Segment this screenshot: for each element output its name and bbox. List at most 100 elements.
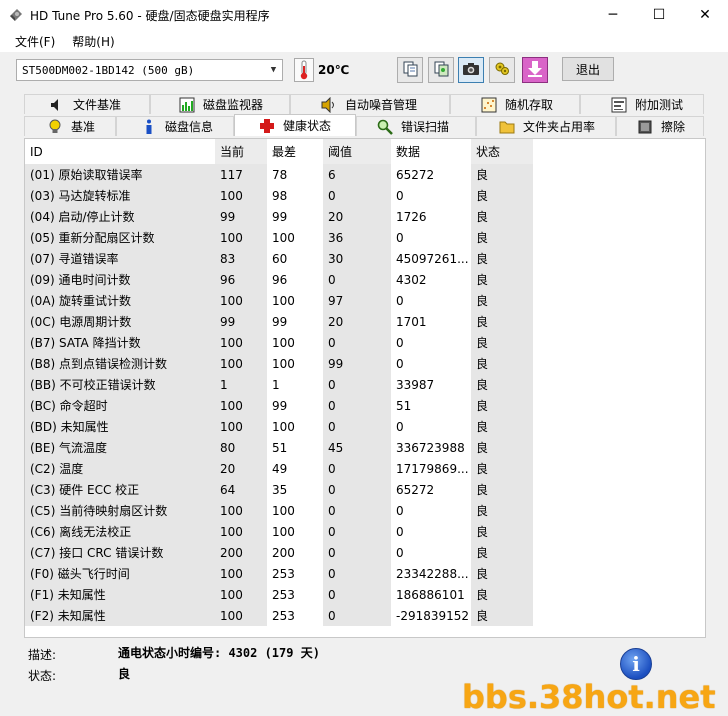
tab-disk-info[interactable]: 磁盘信息	[116, 116, 234, 136]
screenshot-button[interactable]	[458, 57, 484, 83]
table-row[interactable]: (BD) 未知属性 100 100 0 0 良	[25, 416, 705, 437]
menu-help[interactable]: 帮助(H)	[62, 33, 121, 50]
cell-id: (04) 启动/停止计数	[25, 206, 215, 227]
table-row[interactable]: (C3) 硬件 ECC 校正 64 35 0 65272 良	[25, 479, 705, 500]
status-value: 良	[118, 667, 131, 681]
table-row[interactable]: (F1) 未知属性 100 253 0 186886101 良	[25, 584, 705, 605]
cell-status: 良	[471, 332, 533, 353]
column-header-current[interactable]: 当前	[215, 139, 267, 164]
cell-data: 0	[396, 524, 404, 539]
table-row[interactable]: (C6) 离线无法校正 100 100 0 0 良	[25, 521, 705, 542]
save-download-button[interactable]	[522, 57, 548, 83]
drive-select[interactable]: ST500DM002-1BD142 (500 gB) ▼	[16, 59, 283, 81]
speaker-icon	[321, 96, 337, 113]
column-header-id[interactable]: ID	[25, 139, 215, 164]
cell-worst: 98	[272, 188, 288, 203]
column-header-threshold[interactable]: 阈值	[323, 139, 391, 164]
cell-data: 45097261...	[396, 251, 469, 266]
cell-status: 良	[471, 458, 533, 479]
cell-current: 100	[215, 332, 267, 353]
cell-id: (BB) 不可校正错误计数	[25, 374, 215, 395]
cell-current: 99	[215, 311, 267, 332]
exit-button[interactable]: 退出	[562, 57, 614, 81]
column-header-status[interactable]: 状态	[471, 139, 533, 164]
cell-data: 0	[396, 356, 404, 371]
column-header-worst[interactable]: 最差	[267, 139, 323, 164]
table-row[interactable]: (04) 启动/停止计数 99 99 20 1726 良	[25, 206, 705, 227]
table-row[interactable]: (F0) 磁头飞行时间 100 253 0 23342288... 良	[25, 563, 705, 584]
tab-label: 自动噪音管理	[345, 98, 418, 112]
table-row[interactable]: (09) 通电时间计数 96 96 0 4302 良	[25, 269, 705, 290]
table-row[interactable]: (0A) 旋转重试计数 100 100 97 0 良	[25, 290, 705, 311]
cell-status: 良	[471, 290, 533, 311]
eraser-icon	[637, 119, 653, 135]
table-row[interactable]: (C7) 接口 CRC 错误计数 200 200 0 0 良	[25, 542, 705, 563]
tab-folder-usage[interactable]: 文件夹占用率	[476, 116, 616, 136]
cell-data: 0	[396, 230, 404, 245]
cell-data: 0	[396, 293, 404, 308]
cell-status: 良	[471, 605, 533, 626]
cell-worst: 100	[272, 524, 295, 539]
tab-disk-monitor[interactable]: 磁盘监视器	[150, 94, 290, 114]
cell-threshold: 0	[323, 563, 391, 584]
table-row[interactable]: (BE) 气流温度 80 51 45 336723988 良	[25, 437, 705, 458]
menu-file[interactable]: 文件(F)	[0, 33, 62, 50]
tab-extra-tests[interactable]: 附加测试	[580, 94, 704, 114]
magnifier-icon	[377, 119, 393, 135]
cell-current: 100	[215, 563, 267, 584]
cell-status: 良	[471, 395, 533, 416]
copy-text-button[interactable]	[397, 57, 423, 83]
download-arrow-icon	[527, 60, 543, 81]
cell-data: 17179869...	[396, 461, 469, 476]
cell-data: -291839152	[396, 608, 470, 623]
close-button[interactable]: ✕	[682, 0, 728, 30]
table-row[interactable]: (B8) 点到点错误检测计数 100 100 99 0 良	[25, 353, 705, 374]
tab-erase[interactable]: 擦除	[616, 116, 704, 136]
tab-label: 磁盘信息	[165, 120, 214, 134]
chevron-down-icon[interactable]: ▼	[265, 60, 282, 80]
table-row[interactable]: (C5) 当前待映射扇区计数 100 100 0 0 良	[25, 500, 705, 521]
column-header-data[interactable]: 数据	[391, 139, 471, 164]
tab-noise-management[interactable]: 自动噪音管理	[290, 94, 450, 114]
cell-status: 良	[471, 353, 533, 374]
cell-worst: 253	[272, 566, 295, 581]
table-row[interactable]: (05) 重新分配扇区计数 100 100 36 0 良	[25, 227, 705, 248]
cell-worst: 100	[272, 356, 295, 371]
cell-id: (05) 重新分配扇区计数	[25, 227, 215, 248]
table-row[interactable]: (07) 寻道错误率 83 60 30 45097261... 良	[25, 248, 705, 269]
minimize-button[interactable]: ─	[590, 0, 636, 30]
table-row[interactable]: (03) 马达旋转标准 100 98 0 0 良	[25, 185, 705, 206]
cell-threshold: 20	[323, 311, 391, 332]
table-row[interactable]: (F2) 未知属性 100 253 0 -291839152 良	[25, 605, 705, 626]
maximize-button[interactable]: ☐	[636, 0, 682, 30]
cell-worst: 51	[272, 440, 288, 455]
tab-health[interactable]: 健康状态	[234, 114, 356, 136]
table-row[interactable]: (B7) SATA 降挡计数 100 100 0 0 良	[25, 332, 705, 353]
table-row[interactable]: (0C) 电源周期计数 99 99 20 1701 良	[25, 311, 705, 332]
cell-threshold: 0	[323, 185, 391, 206]
tab-file-benchmark[interactable]: 文件基准	[24, 94, 150, 114]
cell-id: (C7) 接口 CRC 错误计数	[25, 542, 215, 563]
cell-data: 23342288...	[396, 566, 469, 581]
cell-id: (B7) SATA 降挡计数	[25, 332, 215, 353]
cell-current: 100	[215, 521, 267, 542]
copy-image-button[interactable]	[428, 57, 454, 83]
cell-current: 100	[215, 290, 267, 311]
tab-benchmark[interactable]: 基准	[24, 116, 116, 136]
cell-status: 良	[471, 206, 533, 227]
table-row[interactable]: (01) 原始读取错误率 117 78 6 65272 良	[25, 164, 705, 185]
cell-threshold: 97	[323, 290, 391, 311]
tab-random-access[interactable]: 随机存取	[450, 94, 580, 114]
table-row[interactable]: (BC) 命令超时 100 99 0 51 良	[25, 395, 705, 416]
cell-id: (F1) 未知属性	[25, 584, 215, 605]
table-row[interactable]: (C2) 温度 20 49 0 17179869... 良	[25, 458, 705, 479]
table-row[interactable]: (BB) 不可校正错误计数 1 1 0 33987 良	[25, 374, 705, 395]
cell-current: 20	[215, 458, 267, 479]
cell-id: (F0) 磁头飞行时间	[25, 563, 215, 584]
options-button[interactable]	[489, 57, 515, 83]
info-button[interactable]: i	[620, 648, 652, 680]
tab-label: 健康状态	[283, 119, 332, 133]
tab-error-scan[interactable]: 错误扫描	[356, 116, 476, 136]
cell-threshold: 0	[323, 458, 391, 479]
cell-current: 83	[215, 248, 267, 269]
